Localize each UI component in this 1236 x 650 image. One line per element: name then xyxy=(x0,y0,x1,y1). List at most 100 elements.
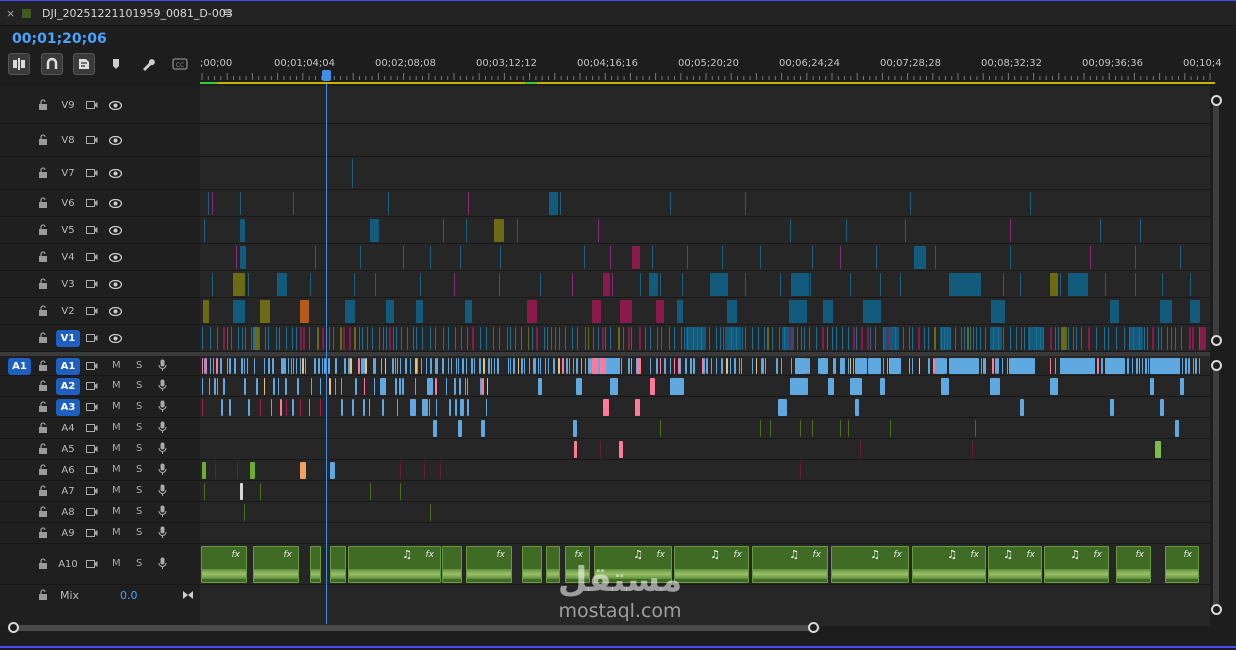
track-lane[interactable] xyxy=(200,523,1210,544)
video-clip[interactable] xyxy=(383,327,384,350)
track-name[interactable]: V1 xyxy=(56,330,80,347)
video-clip[interactable] xyxy=(260,300,270,323)
audio-clip[interactable] xyxy=(1139,358,1140,374)
video-clip[interactable] xyxy=(1036,327,1037,350)
audio-clip[interactable] xyxy=(800,462,801,479)
mute-button[interactable]: M xyxy=(112,443,121,454)
video-clip[interactable] xyxy=(245,327,246,350)
audio-clip[interactable] xyxy=(300,462,306,479)
track-name[interactable]: A2 xyxy=(56,378,80,395)
audio-clip[interactable] xyxy=(392,358,394,374)
audio-clip[interactable] xyxy=(462,358,464,374)
video-clip[interactable] xyxy=(650,327,651,350)
video-clip[interactable] xyxy=(693,327,694,350)
audio-clip[interactable] xyxy=(553,358,555,374)
marker-icon[interactable] xyxy=(105,53,127,75)
audio-clip[interactable] xyxy=(721,358,723,374)
audio-clip[interactable] xyxy=(670,358,671,374)
video-clip[interactable] xyxy=(804,327,805,350)
audio-clip[interactable] xyxy=(285,358,286,374)
video-clip[interactable] xyxy=(254,327,255,350)
audio-clip[interactable] xyxy=(1193,358,1194,374)
video-clip[interactable] xyxy=(955,327,956,350)
video-clip[interactable] xyxy=(603,273,610,296)
video-clip[interactable] xyxy=(681,327,682,350)
audio-clip[interactable] xyxy=(272,358,274,374)
audio-clip[interactable] xyxy=(410,358,411,374)
audio-clip[interactable] xyxy=(1050,378,1058,395)
video-clip[interactable] xyxy=(549,192,558,215)
audio-clip[interactable] xyxy=(660,420,661,437)
audio-clip[interactable] xyxy=(581,358,582,374)
audio-scroll-bottom-handle[interactable] xyxy=(1211,604,1222,615)
eye-icon[interactable] xyxy=(108,333,123,346)
audio-clip[interactable] xyxy=(706,358,708,374)
audio-clip[interactable] xyxy=(545,358,546,374)
video-clip[interactable] xyxy=(203,300,209,323)
audio-scroll-top-handle[interactable] xyxy=(1211,360,1222,371)
audio-clip[interactable] xyxy=(244,358,245,374)
audio-clip[interactable] xyxy=(417,358,418,374)
mix-fader-icon[interactable] xyxy=(182,590,194,603)
track-name[interactable]: A3 xyxy=(56,399,80,416)
audio-clip[interactable] xyxy=(1105,358,1125,374)
video-clip[interactable] xyxy=(1003,273,1004,296)
eye-icon[interactable] xyxy=(108,198,123,211)
playhead-handle[interactable] xyxy=(322,70,331,81)
audio-clip[interactable] xyxy=(465,378,466,395)
audio-clip[interactable] xyxy=(538,378,542,395)
video-clip[interactable] xyxy=(842,327,843,350)
video-clip[interactable] xyxy=(386,327,387,350)
audio-clip[interactable] xyxy=(756,358,757,374)
video-clip[interactable] xyxy=(1152,327,1154,350)
video-clip[interactable] xyxy=(742,327,743,350)
video-clip[interactable] xyxy=(1029,327,1030,350)
audio-clip[interactable] xyxy=(250,462,255,479)
audio-clip[interactable] xyxy=(791,358,792,374)
video-clip[interactable] xyxy=(605,327,606,350)
audio-clip[interactable] xyxy=(853,358,854,374)
video-clip[interactable] xyxy=(903,327,904,350)
video-clip[interactable] xyxy=(499,273,500,296)
audio-clip[interactable] xyxy=(576,378,582,395)
audio-clip[interactable] xyxy=(410,399,416,416)
video-clip[interactable] xyxy=(976,327,977,350)
video-clip[interactable] xyxy=(924,327,925,350)
music-clip[interactable]: fx ♫ xyxy=(348,546,441,583)
video-clip[interactable] xyxy=(329,327,330,350)
audio-clip[interactable] xyxy=(827,358,828,374)
microphone-icon[interactable] xyxy=(158,400,167,416)
video-clip[interactable] xyxy=(723,327,724,350)
music-clip[interactable]: fx xyxy=(466,546,512,583)
tab-menu-icon[interactable]: ≡ xyxy=(222,5,232,19)
video-clip[interactable] xyxy=(670,192,671,215)
video-clip[interactable] xyxy=(430,327,431,350)
track-name[interactable]: V5 xyxy=(56,222,80,239)
video-clip[interactable] xyxy=(248,273,249,296)
video-clip[interactable] xyxy=(303,327,305,350)
video-clip[interactable] xyxy=(993,327,994,350)
music-clip[interactable] xyxy=(522,546,542,583)
video-clip[interactable] xyxy=(720,327,721,350)
lock-icon[interactable] xyxy=(38,527,48,541)
audio-clip[interactable] xyxy=(358,358,360,374)
audio-clip[interactable] xyxy=(997,358,999,374)
video-clip[interactable] xyxy=(846,219,847,242)
video-clip[interactable] xyxy=(233,273,245,296)
audio-clip[interactable] xyxy=(482,378,484,395)
solo-button[interactable]: S xyxy=(136,401,142,412)
microphone-icon[interactable] xyxy=(158,442,167,458)
audio-clip[interactable] xyxy=(491,358,492,374)
video-clip[interactable] xyxy=(407,327,408,350)
video-clip[interactable] xyxy=(268,327,269,350)
video-clip[interactable] xyxy=(1162,273,1163,296)
video-clip[interactable] xyxy=(990,327,1002,350)
audio-clip[interactable] xyxy=(569,358,570,374)
audio-clip[interactable] xyxy=(273,378,275,395)
video-clip[interactable] xyxy=(1129,327,1130,350)
audio-clip[interactable] xyxy=(300,399,301,416)
video-clip[interactable] xyxy=(870,327,871,350)
video-clip[interactable] xyxy=(789,327,791,350)
audio-clip[interactable] xyxy=(330,462,335,479)
audio-clip[interactable] xyxy=(855,358,867,374)
